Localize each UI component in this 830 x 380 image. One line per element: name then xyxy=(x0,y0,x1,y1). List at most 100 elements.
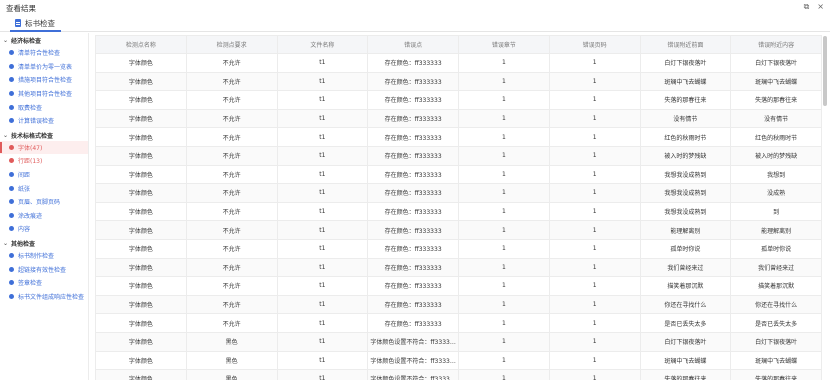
table-row[interactable]: 字体颜色 不允许 t1 存在颜色：ff333333 1 1 被入时的梦残缺 被入时的梦残缺 xyxy=(95,145,822,166)
table-row[interactable]: 字体颜色 不允许 t1 存在颜色：ff333333 1 1 我想我没成熟到到 xyxy=(95,201,822,222)
table-cell: 斑斓中飞去蝴蝶 xyxy=(639,71,732,92)
table-cell: 失落的那春往来 xyxy=(730,90,822,110)
sidebar-item[interactable]: 措施项目符合性检查 xyxy=(0,73,88,87)
table-header-row: 检测点名称 检测点要求 文件名称 错误点 错误章节 错误页码 错误附近前面 错误附近内容 xyxy=(95,35,822,54)
table-cell: 不允许 xyxy=(185,238,278,259)
table-cell: t1 xyxy=(276,145,369,166)
table-cell: 存在颜色：ff333333 xyxy=(367,145,459,166)
table-cell: 1 xyxy=(548,238,641,259)
sidebar-item[interactable]: 页眉、页脚页码 xyxy=(0,195,88,209)
table-cell: 字体颜色 xyxy=(95,201,187,222)
table-cell: 字体颜色 xyxy=(95,127,187,147)
sidebar-item[interactable]: 行距(13) xyxy=(0,154,88,168)
table-cell: 不允许 xyxy=(185,201,278,222)
table-cell: 1 xyxy=(548,276,641,296)
table-cell: 1 xyxy=(458,220,550,240)
sidebar-item[interactable]: 间距 xyxy=(0,168,88,182)
table-cell: 1 xyxy=(458,183,550,203)
table-cell: 存在颜色：ff333333 xyxy=(367,201,459,222)
table-cell: 存在颜色：ff333333 xyxy=(367,53,459,73)
table-cell: 1 xyxy=(458,53,550,73)
table-row[interactable]: 字体颜色 不允许 t1 存在颜色：ff333333 1 1 你还在寻找什么 你还在寻找什么 xyxy=(95,294,822,315)
table-row[interactable]: 字体颜色 黑色 t1 字体颜色设置不符合：ff3333… 1 1 斑斓中飞去蝴蝶 斑斓中飞去蝴… xyxy=(95,350,822,371)
table-row[interactable]: 字体颜色 不允许 t1 存在颜色：ff333333 1 1 孤单时你说 孤单时你说 xyxy=(95,238,822,259)
table-row[interactable]: 字体颜色 不允许 t1 存在颜色：ff333333 1 1 能理解离别 能理解离别 xyxy=(95,220,822,240)
table-cell: 存在颜色：ff333333 xyxy=(367,257,459,278)
table-cell: 不允许 xyxy=(185,90,278,110)
column-header: 错误附近内容 xyxy=(730,35,822,54)
table-row[interactable]: 字体颜色 不允许 t1 存在颜色：ff333333 1 1 白灯下银夜落叶 白灯下银夜落叶 xyxy=(95,53,822,73)
sidebar-item[interactable]: 签章检查 xyxy=(0,276,88,290)
table-cell: t1 xyxy=(276,313,369,333)
close-icon[interactable]: × xyxy=(817,2,824,12)
sidebar-item[interactable]: 超链接有效性检查 xyxy=(0,262,88,276)
table-cell: 字体颜色 xyxy=(95,220,187,240)
table-row[interactable]: 字体颜色 不允许 t1 存在颜色：ff333333 1 1 红色的秋雨时节 红色的秋雨时节 xyxy=(95,127,822,147)
status-dot-icon xyxy=(9,91,14,97)
sidebar-item[interactable]: 计算错误检查 xyxy=(0,114,88,128)
table-cell: 你还在寻找什么 xyxy=(730,294,822,315)
table-cell: t1 xyxy=(276,53,369,73)
table-row[interactable]: 字体颜色 不允许 t1 存在颜色：ff333333 1 1 斑斓中飞去蝴蝶 斑斓中飞去蝴蝶 xyxy=(95,71,822,92)
table-cell: 存在颜色：ff333333 xyxy=(367,220,459,240)
sidebar-group-header[interactable]: ⌄ 技术标格式检查 xyxy=(0,130,88,141)
table-row[interactable]: 字体颜色 不允许 t1 存在颜色：ff333333 1 1 是否已丢失太多 是否已丢失太多 xyxy=(95,313,822,333)
sidebar-item[interactable]: 其他项目符合性检查 xyxy=(0,87,88,101)
column-header: 检测点名称 xyxy=(95,35,187,54)
sidebar-item-label: 取费检查 xyxy=(18,104,43,112)
sidebar-item[interactable]: 清单符合性检查 xyxy=(0,46,88,60)
sidebar-item-label: 页眉、页脚页码 xyxy=(18,199,61,207)
table-cell: 没有情节 xyxy=(730,108,822,129)
table-row[interactable]: 字体颜色 黑色 t1 字体颜色设置不符合：ff3333… 1 1 白灯下银夜落叶 白灯下银夜落… xyxy=(95,331,822,352)
table-row[interactable]: 字体颜色 不允许 t1 存在颜色：ff333333 1 1 我想我没成熟到 我想到 xyxy=(95,164,822,185)
table-row[interactable]: 字体颜色 不允许 t1 存在颜色：ff333333 1 1 描笑着那沉默 描笑着那沉默 xyxy=(95,276,822,296)
table-cell: 红色的秋雨时节 xyxy=(730,127,822,147)
restore-icon[interactable]: ⧉ xyxy=(804,2,810,12)
result-window: 查看结果 ⧉ × 标书检查 ⌄ 经济标检查 清单符合性检查 清单单价为零一览表 措施项目… xyxy=(0,0,830,380)
sidebar-item-label: 行距(13) xyxy=(18,158,43,166)
table-cell: 1 xyxy=(458,90,550,110)
sidebar-group-label: 技术标格式检查 xyxy=(11,132,54,140)
table-cell: 存在颜色：ff333333 xyxy=(367,183,459,203)
vertical-scrollbar[interactable] xyxy=(823,36,827,106)
table-row[interactable]: 字体颜色 黑色 t1 字体颜色设置不符合：ff3333… 1 1 失落的那春往来 失落的那春往… xyxy=(95,369,822,380)
sidebar-item[interactable]: 涂改痕迹 xyxy=(0,209,88,223)
sidebar-item[interactable]: 标书文件组成响应性检查 xyxy=(0,290,88,304)
table-cell: t1 xyxy=(276,220,369,240)
table-cell: 没有情节 xyxy=(639,108,732,129)
column-header: 检测点要求 xyxy=(185,35,278,54)
table-cell: 存在颜色：ff333333 xyxy=(367,164,459,185)
table-cell: 白灯下银夜落叶 xyxy=(730,331,822,352)
table-cell: 1 xyxy=(548,71,641,92)
table-cell: 不允许 xyxy=(185,276,278,296)
table-row[interactable]: 字体颜色 不允许 t1 存在颜色：ff333333 1 1 我们曾经来过 我们曾经来过 xyxy=(95,257,822,278)
table-cell: 字体颜色 xyxy=(95,313,187,333)
table-cell: 1 xyxy=(548,257,641,278)
sidebar-item[interactable]: 内容 xyxy=(0,222,88,236)
chevron-down-icon: ⌄ xyxy=(3,37,9,44)
table-cell: 存在颜色：ff333333 xyxy=(367,108,459,129)
sidebar-item[interactable]: 纸张 xyxy=(0,181,88,195)
sidebar-item-label: 标书制作检查 xyxy=(18,253,55,261)
status-dot-icon xyxy=(9,253,14,259)
table-cell: 存在颜色：ff333333 xyxy=(367,90,459,110)
sidebar-item[interactable]: 字体(47) xyxy=(0,140,88,155)
sidebar-item[interactable]: 清单单价为零一览表 xyxy=(0,60,88,74)
table-cell: 1 xyxy=(458,331,550,352)
table-row[interactable]: 字体颜色 不允许 t1 存在颜色：ff333333 1 1 没有情节 没有情节 xyxy=(95,108,822,129)
table-row[interactable]: 字体颜色 不允许 t1 存在颜色：ff333333 1 1 我想我没成熟到 没成熟 xyxy=(95,183,822,203)
table-cell: t1 xyxy=(276,350,369,371)
table-row[interactable]: 字体颜色 不允许 t1 存在颜色：ff333333 1 1 失落的那春往来 失落的那春往来 xyxy=(95,90,822,110)
table-cell: 1 xyxy=(548,90,641,110)
column-header: 文件名称 xyxy=(276,35,369,54)
table-cell: 字体颜色 xyxy=(95,90,187,110)
table-cell: 我们曾经来过 xyxy=(730,257,822,278)
table-cell: 不允许 xyxy=(185,257,278,278)
status-dot-icon xyxy=(9,185,14,191)
table-cell: 字体颜色 xyxy=(95,71,187,92)
sidebar-item[interactable]: 标书制作检查 xyxy=(0,249,88,263)
tab-bid-check[interactable]: 标书检查 xyxy=(10,16,61,32)
sidebar-group-header[interactable]: ⌄ 经济标检查 xyxy=(0,35,88,46)
sidebar-group-header[interactable]: ⌄ 其他检查 xyxy=(0,238,88,249)
sidebar-item[interactable]: 取费检查 xyxy=(0,100,88,114)
